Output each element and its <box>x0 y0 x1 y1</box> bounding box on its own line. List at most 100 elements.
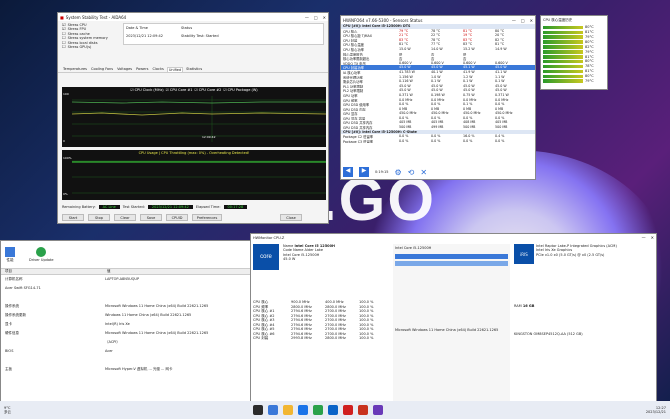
column-item-header: 项目 <box>5 269 12 274</box>
preferences-button[interactable]: Preferences <box>192 214 222 221</box>
info-row[interactable]: 计算机名称 LAPTOP-A8N5UQUP <box>1 275 251 284</box>
sensor-value: 0.0 % <box>463 138 473 143</box>
tab-powers[interactable]: Powers <box>135 67 149 72</box>
clock-date[interactable]: 2023/12/21 <box>646 410 666 414</box>
close-icon[interactable]: ✕ <box>323 15 326 20</box>
tab-statistics[interactable]: Statistics <box>185 67 203 72</box>
save-button[interactable]: Save <box>140 214 162 221</box>
taskbar-app-icon[interactable] <box>312 405 323 415</box>
core-temp-bar <box>543 35 583 39</box>
cpu-usage-plot <box>72 161 326 194</box>
sensor-value: 0.0 % <box>495 138 505 143</box>
sensor-row[interactable]: Package C3 驻留率 0.0 % 0.0 % 0.0 % 0.0 % <box>341 139 535 144</box>
nav-forward-icon[interactable]: ▶ <box>359 167 369 177</box>
core-temp-bar <box>543 74 583 79</box>
stress-option-label: Stress GPU(s) <box>67 45 92 50</box>
performance-label: 性能 <box>6 258 14 262</box>
nav-back-icon[interactable]: ◀ <box>343 167 353 177</box>
cpuid-button[interactable]: CPUID <box>166 214 188 221</box>
sensor-name: Package C3 驻留率 <box>343 139 374 144</box>
minimize-icon[interactable]: — <box>512 18 516 23</box>
info-item: Acer Swift SFG14-71 <box>5 286 41 291</box>
legend-item[interactable]: ☑ CPU Package (W) <box>223 88 257 92</box>
tab-temperatures[interactable]: Temperatures <box>62 67 88 72</box>
taskbar-app-icon[interactable] <box>357 405 368 415</box>
info-row[interactable]: 操作系统 Microsoft Windows 11 Home China (x64… <box>1 302 251 311</box>
start-button[interactable]: Start <box>62 214 84 221</box>
minimize-icon[interactable]: — <box>642 235 646 240</box>
taskbar-app-icon[interactable] <box>252 405 263 415</box>
info-row[interactable]: 主板 Microsoft Hyper-V 虚拟机 ... 光驱 ... 网卡 <box>1 365 251 374</box>
info-value: Acer <box>105 349 113 354</box>
info-row[interactable]: BIOS Acer <box>1 347 251 356</box>
info-row[interactable]: 操作系统更新 Windows 11 Home China (x64) Build … <box>1 311 251 320</box>
stability-titlebar: ■ System Stability Test - AIDA64 — □ ✕ <box>58 13 328 21</box>
info-row[interactable]: （ACPI） <box>1 338 251 347</box>
taskbar-app-icon[interactable] <box>267 405 278 415</box>
info-row[interactable]: 硬件信息 Microsoft Windows 11 Home China (x64… <box>1 329 251 338</box>
reset-icon[interactable]: ⟲ <box>408 168 415 177</box>
temperature-graph: ☑ CPU Clock (MHz) ☑ CPU Core #1 ☑ CPU Core… <box>62 87 326 147</box>
elapsed-label: Elapsed Time: <box>195 205 221 209</box>
taskbar-app-icon[interactable] <box>297 405 308 415</box>
legend-item[interactable]: ☑ CPU Clock (MHz) <box>130 88 163 92</box>
codename: Alder Lake <box>304 248 323 253</box>
checkbox-icon[interactable]: ☐ <box>62 45 66 49</box>
graph1-bottom-label: 0 <box>63 139 65 143</box>
intel-core-logo: core <box>253 244 279 270</box>
legend-item[interactable]: ☑ CPU Core #1 <box>166 88 193 92</box>
started-value: 2023/12/21 12:09:42 <box>147 205 193 210</box>
info-item: 显卡 <box>5 322 12 327</box>
taskbar-app-icon[interactable] <box>327 405 338 415</box>
stop-button[interactable]: Stop <box>88 214 110 221</box>
maximize-icon[interactable]: □ <box>521 18 525 23</box>
gpu-pcie: PCIe v1.0 x0 (5.0 GT/s) @ x0 (2.5 GT/s) <box>536 252 605 257</box>
taskbar-app-icon[interactable] <box>342 405 353 415</box>
frequency-cell: 2800.0 MHz <box>325 336 346 340</box>
cpu-name-label: Name <box>283 244 294 248</box>
info-item: 硬件信息 <box>5 331 19 336</box>
settings-icon[interactable]: ⚙ <box>395 168 402 177</box>
tab-cooling-fans[interactable]: Cooling Fans <box>90 67 114 72</box>
core-temp-value: 80°C <box>585 39 594 44</box>
temperature-window: CPU 核心温度历史 80°C 81°C 79°C 80°C 82°C 79°C 81°C 8… <box>540 15 608 90</box>
driver-update-tool[interactable]: Driver Update <box>29 247 54 262</box>
aida-icon: ■ <box>60 14 64 20</box>
info-item: BIOS <box>5 349 14 354</box>
sensor-value: 0.0 % <box>399 138 409 143</box>
started-label: Test Started: <box>122 205 145 209</box>
legend-item[interactable]: ☑ CPU Core #2 <box>195 88 222 92</box>
close-button[interactable]: Close <box>280 214 302 221</box>
maximize-icon[interactable]: □ <box>314 15 318 20</box>
info-row[interactable] <box>1 356 251 365</box>
info-row[interactable]: Acer Swift SFG14-71 <box>1 284 251 293</box>
weather-text[interactable]: 多云 <box>4 410 40 414</box>
clear-button[interactable]: Clear <box>114 214 136 221</box>
performance-tool[interactable]: 性能 <box>5 247 15 262</box>
core-series <box>71 113 326 116</box>
ram-label: RAM <box>514 304 522 308</box>
performance-icon <box>5 247 15 257</box>
tab-unified[interactable]: Unified <box>166 67 184 73</box>
info-value: Microsoft Hyper-V 虚拟机 ... 光驱 ... 网卡 <box>105 367 173 372</box>
tab-clocks[interactable]: Clocks <box>151 67 164 72</box>
hwinfo-timer: 0:19:15 <box>375 169 389 174</box>
info-value: Windows 11 Home China (x64) Build 22621.… <box>105 313 192 318</box>
stress-option[interactable]: ☐ Stress GPU(s) <box>62 45 117 49</box>
close-icon[interactable]: ✕ <box>651 235 654 240</box>
info-value: Microsoft Windows 11 Home China (x64) Bu… <box>105 304 209 309</box>
core-temp-row: 79°C <box>543 79 605 84</box>
taskbar-app-icon[interactable] <box>282 405 293 415</box>
minimize-icon[interactable]: — <box>305 15 309 20</box>
close-icon[interactable]: ✕ <box>530 18 533 23</box>
column-value-header: 值 <box>107 269 111 274</box>
info-row[interactable] <box>1 293 251 302</box>
tab-voltages[interactable]: Voltages <box>116 67 133 72</box>
close-sensors-icon[interactable]: ✕ <box>420 168 427 177</box>
info-row[interactable]: 显卡 Intel(R) Iris Xe <box>1 320 251 329</box>
hwinfo-window: HWiNFO64 v7.66-5300 - Sensors Status — □ ✕ … <box>340 15 536 180</box>
core-temp-value: 80°C <box>585 74 594 79</box>
taskbar-app-icon[interactable] <box>372 405 383 415</box>
core-temp-bar <box>543 79 583 83</box>
os-info: Microsoft Windows 11 Home China (x64) Bu… <box>395 328 499 333</box>
